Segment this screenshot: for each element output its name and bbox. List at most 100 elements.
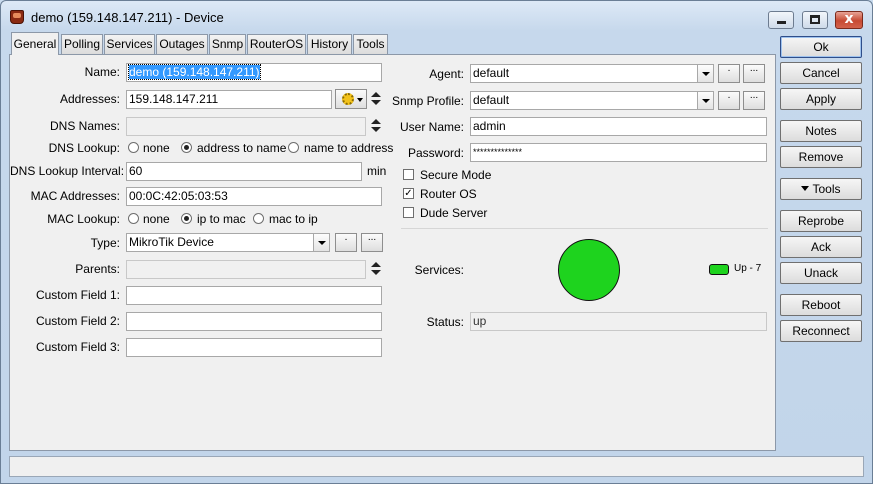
parents-input[interactable]: [126, 260, 366, 279]
snmp-profile-select[interactable]: default: [470, 91, 714, 110]
snmp-profile-value: default: [473, 93, 510, 107]
name-value: demo (159.148.147.211): [128, 64, 261, 80]
tab-tools[interactable]: Tools: [353, 34, 388, 54]
user-name-label: User Name:: [399, 120, 464, 134]
agent-value: default: [473, 66, 510, 80]
dns-interval-input[interactable]: 60: [126, 162, 362, 181]
chevron-down-icon[interactable]: [697, 92, 713, 109]
agent-edit-button[interactable]: .: [718, 64, 740, 83]
name-label: Name:: [84, 65, 120, 79]
ack-button[interactable]: Ack: [780, 236, 862, 258]
tab-snmp[interactable]: Snmp: [209, 34, 246, 54]
reconnect-button[interactable]: Reconnect: [780, 320, 862, 342]
cancel-button[interactable]: Cancel: [780, 62, 862, 84]
dns-names-label: DNS Names:: [49, 119, 120, 133]
tab-outages[interactable]: Outages: [156, 34, 208, 54]
type-value: MikroTik Device: [129, 235, 214, 249]
snmp-profile-browse-button[interactable]: ...: [743, 91, 765, 110]
dns-names-spin-icon[interactable]: [371, 117, 381, 135]
agent-select[interactable]: default: [470, 64, 714, 83]
chevron-down-icon: [357, 98, 363, 102]
mac-lookup-none-radio[interactable]: [128, 213, 139, 224]
chevron-down-icon: [801, 186, 810, 191]
apply-button[interactable]: Apply: [780, 88, 862, 110]
addresses-lookup-button[interactable]: [335, 89, 367, 109]
chevron-down-icon[interactable]: [697, 65, 713, 82]
user-name-input[interactable]: admin: [470, 117, 767, 136]
close-button[interactable]: x: [835, 11, 863, 29]
tools-label: Tools: [812, 182, 841, 196]
router-os-checkbox[interactable]: ✓: [403, 188, 414, 199]
dns-interval-unit: min: [367, 164, 387, 178]
close-icon: x: [844, 11, 854, 27]
addresses-input[interactable]: 159.148.147.211: [126, 90, 332, 109]
dns-names-input[interactable]: [126, 117, 366, 136]
window-title: demo (159.148.147.211) - Device: [31, 10, 224, 25]
services-label: Services:: [414, 263, 464, 277]
dns-lookup-label: DNS Lookup:: [48, 141, 120, 155]
ok-button[interactable]: Ok: [780, 36, 862, 58]
mac-addresses-input[interactable]: 00:0C:42:05:03:53: [126, 187, 382, 206]
type-label: Type:: [90, 236, 120, 250]
title-bar[interactable]: demo (159.148.147.211) - Device x: [1, 1, 872, 31]
type-select[interactable]: MikroTik Device: [126, 233, 330, 252]
dns-lookup-name-to-address-radio[interactable]: [288, 142, 299, 153]
maximize-button[interactable]: [802, 11, 828, 29]
dns-interval-label: DNS Lookup Interval:: [10, 164, 125, 178]
tab-polling[interactable]: Polling: [61, 34, 103, 54]
agent-browse-button[interactable]: ...: [743, 64, 765, 83]
mac-lookup-ip-to-mac-radio[interactable]: [181, 213, 192, 224]
status-label: Status:: [426, 315, 464, 329]
password-label: Password:: [407, 146, 464, 160]
reboot-button[interactable]: Reboot: [780, 294, 862, 316]
addresses-spin-icon[interactable]: [371, 90, 381, 108]
tab-history[interactable]: History: [307, 34, 352, 54]
name-input[interactable]: demo (159.148.147.211): [126, 63, 382, 82]
mac-lookup-ip-to-mac-label: ip to mac: [197, 212, 246, 226]
router-os-label: Router OS: [420, 187, 477, 201]
tools-button[interactable]: Tools: [780, 178, 862, 200]
mac-lookup-label: MAC Lookup:: [47, 212, 120, 226]
dns-lookup-address-to-name-radio[interactable]: [181, 142, 192, 153]
dude-server-label: Dude Server: [420, 206, 488, 220]
type-edit-button[interactable]: .: [335, 233, 357, 252]
secure-mode-checkbox[interactable]: [403, 169, 414, 180]
mac-lookup-mac-to-ip-label: mac to ip: [269, 212, 318, 226]
status-value: up: [470, 312, 767, 331]
services-up-swatch: [709, 264, 729, 275]
services-up-legend: Up - 7: [734, 263, 762, 274]
custom-field-2-input[interactable]: [126, 312, 382, 331]
dude-app-icon: [10, 10, 24, 24]
custom-field-1-input[interactable]: [126, 286, 382, 305]
tab-routeros[interactable]: RouterOS: [247, 34, 306, 54]
mac-addresses-label: MAC Addresses:: [30, 189, 120, 203]
tab-services[interactable]: Services: [104, 34, 155, 54]
snmp-profile-label: Snmp Profile:: [391, 94, 464, 108]
password-input[interactable]: **************: [470, 143, 767, 162]
dns-lookup-address-to-name-label: address to name: [197, 141, 287, 155]
tab-general[interactable]: General: [11, 32, 59, 55]
status-bar: [9, 456, 864, 477]
dns-lookup-name-to-address-label: name to address: [304, 141, 394, 155]
dns-lookup-none-radio[interactable]: [128, 142, 139, 153]
dude-server-checkbox[interactable]: [403, 207, 414, 218]
mac-lookup-none-label: none: [143, 212, 170, 226]
divider: [401, 228, 768, 229]
chevron-down-icon[interactable]: [313, 234, 329, 251]
parents-spin-icon[interactable]: [371, 260, 381, 278]
device-window: demo (159.148.147.211) - Device x Genera…: [0, 0, 873, 484]
agent-label: Agent:: [429, 67, 464, 81]
unack-button[interactable]: Unack: [780, 262, 862, 284]
minimize-button[interactable]: [768, 11, 794, 29]
custom-field-3-label: Custom Field 3:: [35, 340, 120, 354]
mac-lookup-mac-to-ip-radio[interactable]: [253, 213, 264, 224]
custom-field-1-label: Custom Field 1:: [35, 288, 120, 302]
type-browse-button[interactable]: ...: [361, 233, 383, 252]
reprobe-button[interactable]: Reprobe: [780, 210, 862, 232]
remove-button[interactable]: Remove: [780, 146, 862, 168]
custom-field-2-label: Custom Field 2:: [35, 314, 120, 328]
notes-button[interactable]: Notes: [780, 120, 862, 142]
snmp-profile-edit-button[interactable]: .: [718, 91, 740, 110]
dns-lookup-none-label: none: [143, 141, 170, 155]
custom-field-3-input[interactable]: [126, 338, 382, 357]
